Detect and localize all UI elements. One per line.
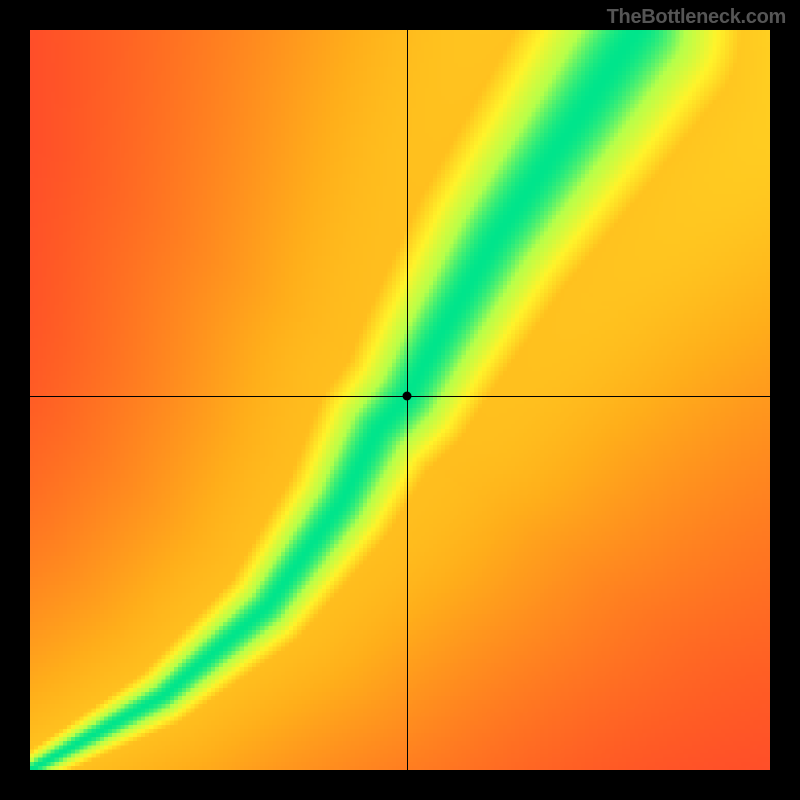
heatmap-plot bbox=[30, 30, 770, 770]
watermark-text: TheBottleneck.com bbox=[607, 6, 786, 29]
chart-frame: TheBottleneck.com bbox=[0, 0, 800, 800]
heatmap-canvas bbox=[30, 30, 770, 770]
